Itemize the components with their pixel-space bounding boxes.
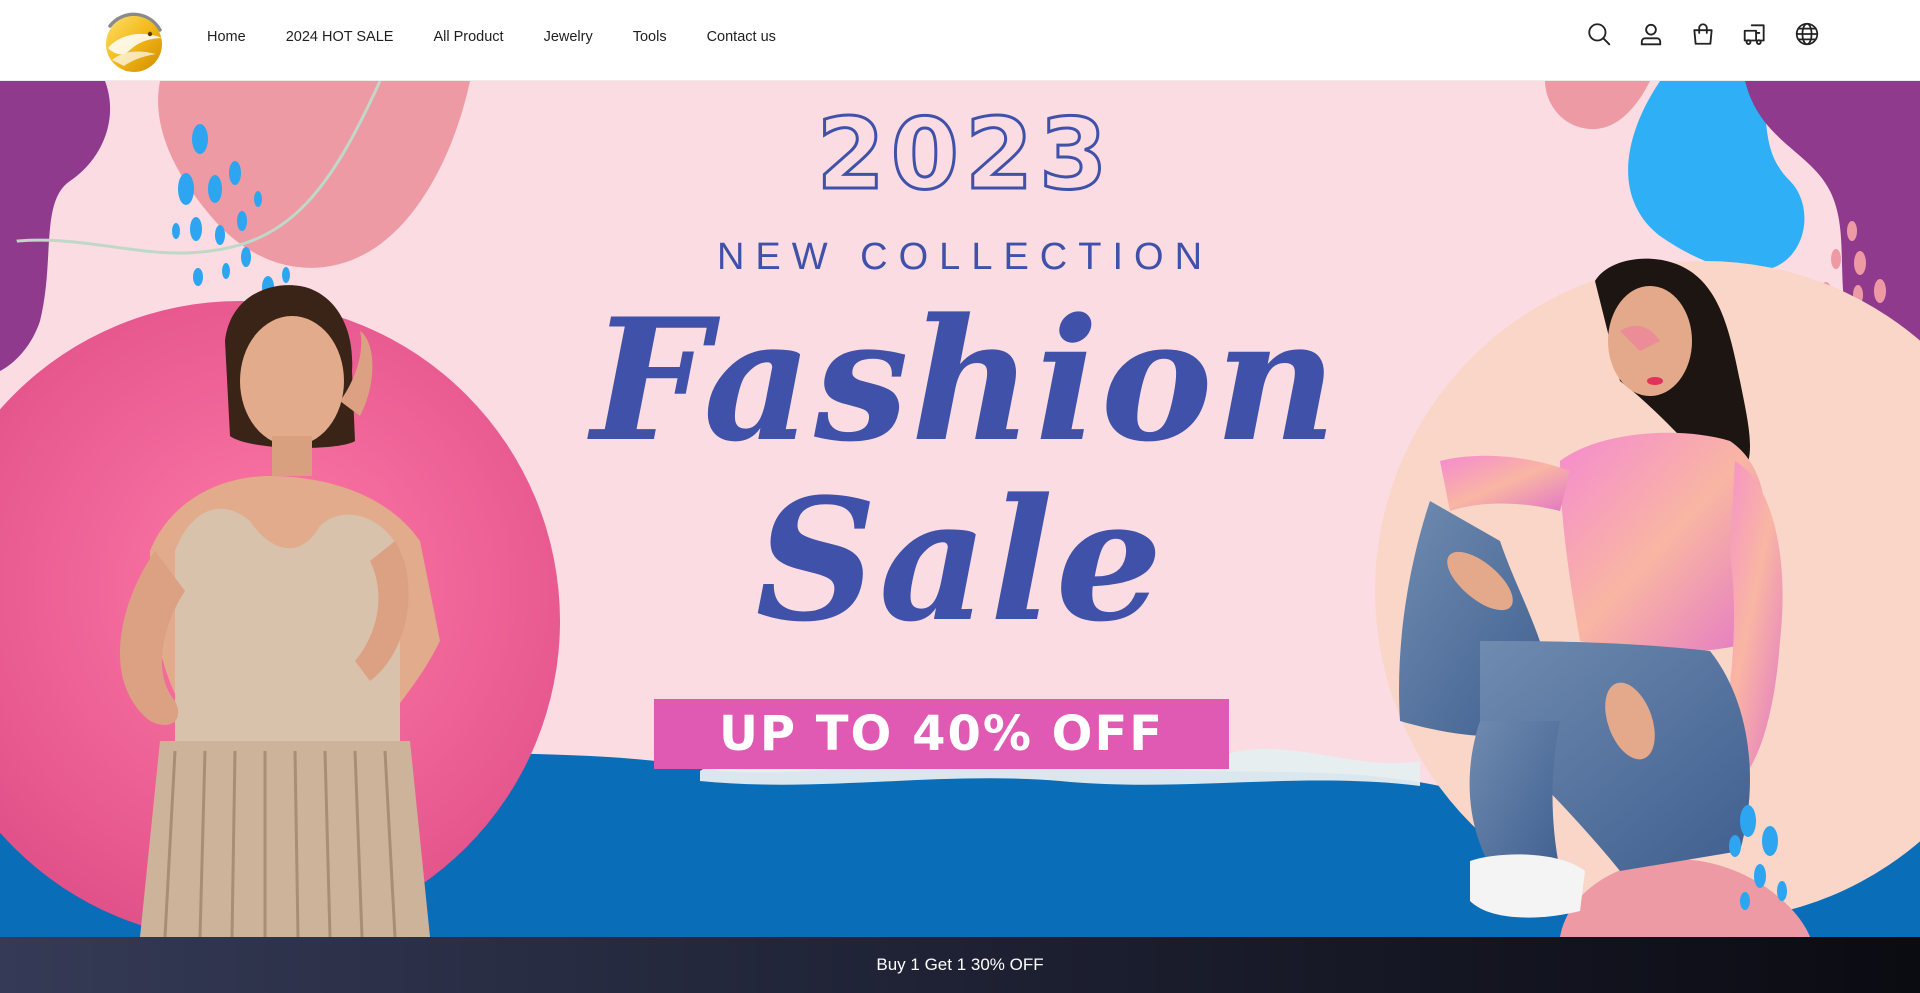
hero-collection-label: NEW COLLECTION — [716, 236, 1214, 278]
account-icon[interactable] — [1636, 19, 1666, 49]
hero-title-line2: Sale — [755, 461, 1165, 659]
hero-offer-badge[interactable]: UP TO 40% OFF — [654, 699, 1229, 769]
main-nav: Home 2024 HOT SALE All Product Jewelry T… — [207, 0, 816, 74]
announcement-text[interactable]: Buy 1 Get 1 30% OFF — [876, 955, 1043, 975]
nav-2024-hot-sale[interactable]: 2024 HOT SALE — [286, 29, 394, 45]
search-icon[interactable] — [1584, 19, 1614, 49]
announcement-bar: Buy 1 Get 1 30% OFF — [0, 937, 1920, 993]
language-icon[interactable] — [1792, 19, 1822, 49]
nav-jewelry[interactable]: Jewelry — [544, 29, 593, 45]
hero-year: 2023 — [815, 98, 1114, 212]
eagle-logo[interactable] — [98, 4, 168, 74]
cart-icon[interactable] — [1688, 19, 1718, 49]
nav-tools[interactable]: Tools — [633, 29, 667, 45]
hero-banner[interactable]: 2023 NEW COLLECTION Fashion Sale UP TO 4… — [0, 81, 1920, 937]
order-tracking-icon[interactable] — [1740, 19, 1770, 49]
site-header: Home 2024 HOT SALE All Product Jewelry T… — [0, 0, 1920, 81]
nav-home[interactable]: Home — [207, 29, 246, 45]
nav-contact-us[interactable]: Contact us — [707, 29, 776, 45]
hero-title-line1: Fashion — [591, 281, 1339, 479]
header-icons — [1562, 19, 1822, 49]
nav-all-product[interactable]: All Product — [433, 29, 503, 45]
